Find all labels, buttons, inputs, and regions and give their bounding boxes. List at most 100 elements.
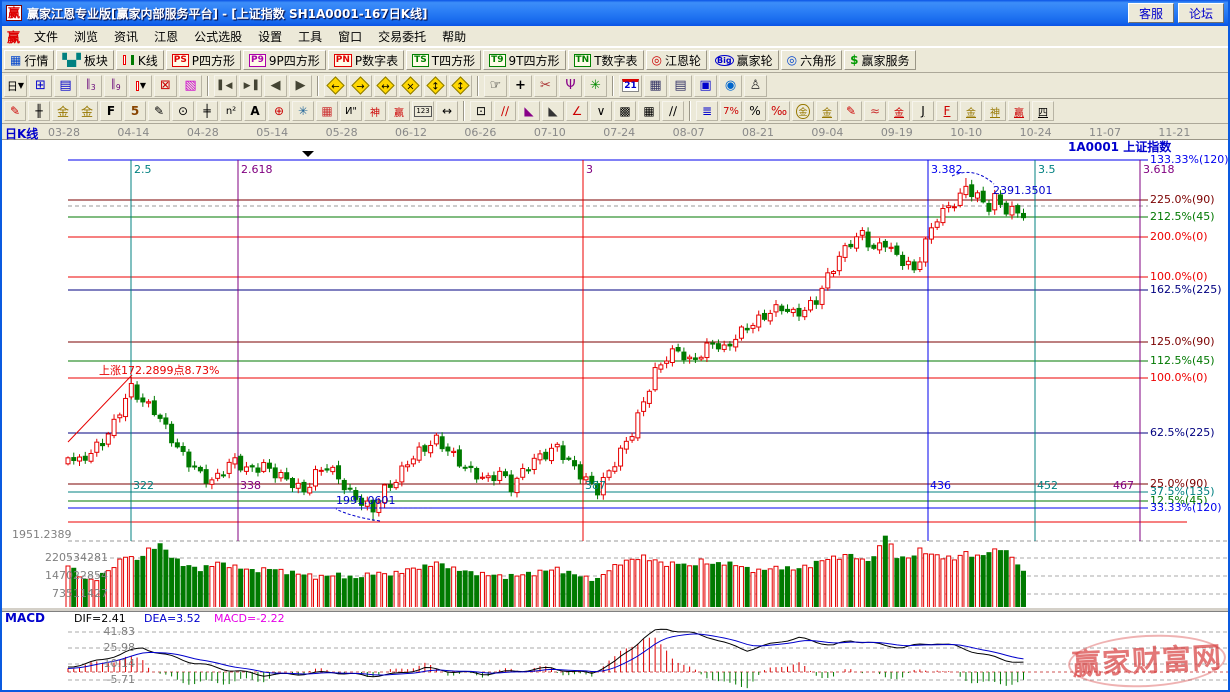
page-right-button[interactable]: ▶ (289, 75, 312, 97)
calendar-button[interactable]: 21 (619, 75, 642, 97)
target-grid-tool[interactable]: ▦ (316, 101, 338, 121)
wave-lines-tool[interactable]: ≈ (864, 101, 886, 121)
fan-red-tool[interactable]: ∕∕ (494, 101, 516, 121)
web-tool-button[interactable]: ✳ (584, 75, 607, 97)
first-page-button[interactable]: ▌◀ (214, 75, 237, 97)
si-angle-tool[interactable]: 四 (1032, 101, 1054, 121)
circle-cross-tool[interactable]: ⊕ (268, 101, 290, 121)
9t-square-button[interactable]: T99T四方形 (483, 50, 565, 70)
fan-box-dark-tool[interactable]: ◣ (542, 101, 564, 121)
hexagon-button[interactable]: ◎六角形 (781, 50, 843, 70)
yin-angle-tool[interactable]: 赢 (1008, 101, 1030, 121)
diamond-left-button[interactable]: ← (324, 75, 347, 97)
calculator-button[interactable]: ▦ (644, 75, 667, 97)
winner-service-button[interactable]: $赢家服务 (844, 50, 915, 70)
shen-angle-tool[interactable]: 神 (984, 101, 1006, 121)
menu-item-1[interactable]: 浏览 (66, 26, 106, 47)
pattern-window-button[interactable]: ⊞ (29, 75, 52, 97)
menu-item-4[interactable]: 公式选股 (186, 26, 250, 47)
diamond-right-button[interactable]: → (349, 75, 372, 97)
t-number-table-button[interactable]: TNT数字表 (568, 50, 644, 70)
menu-item-7[interactable]: 窗口 (330, 26, 370, 47)
save-button[interactable]: ▣ (694, 75, 717, 97)
export-user-button[interactable]: ♙ (744, 75, 767, 97)
f-angle-tool[interactable]: F (936, 101, 958, 121)
diamond-expand-button[interactable]: ↕ (449, 75, 472, 97)
ruler-grid-tool[interactable]: ╫ (28, 101, 50, 121)
gold-lines-tool[interactable]: 金 (816, 101, 838, 121)
menu-item-0[interactable]: 文件 (26, 26, 66, 47)
menu-item-6[interactable]: 工具 (290, 26, 330, 47)
fan-box-purple-tool[interactable]: ◣ (518, 101, 540, 121)
gold-angle-tool[interactable]: 金 (960, 101, 982, 121)
gold-lines-red-tool[interactable]: 金 (888, 101, 910, 121)
ruler-123-tool[interactable]: 123 (412, 101, 434, 121)
diamond-horizontal-button[interactable]: ↔ (374, 75, 397, 97)
kline-3-button[interactable]: ║3 (79, 75, 102, 97)
sectors-button[interactable]: ▚▞板块 (56, 50, 113, 70)
menu-item-5[interactable]: 设置 (250, 26, 290, 47)
notepad-button[interactable]: ▤ (669, 75, 692, 97)
tick-ruler-tool[interactable]: ╪ (196, 101, 218, 121)
p-number-table-button[interactable]: PNP数字表 (328, 50, 404, 70)
grid-dense-tool-a[interactable]: ▩ (614, 101, 636, 121)
f-square-tool[interactable]: F (100, 101, 122, 121)
gold-circle-tool[interactable]: 金 (792, 101, 814, 121)
corner-box-tool[interactable]: ⊡ (470, 101, 492, 121)
seven-percent-tool[interactable]: 7% (720, 101, 742, 121)
forum-button[interactable]: 论坛 (1178, 3, 1224, 23)
percent-lines-tool[interactable]: ‰ (768, 101, 790, 121)
page-left-button[interactable]: ◀ (264, 75, 287, 97)
color-chart-button[interactable]: ▧ (179, 75, 202, 97)
pattern-red-button[interactable]: ⊠ (154, 75, 177, 97)
gann-mark-button[interactable]: Ψ (559, 75, 582, 97)
last-page-button[interactable]: ▶▐ (239, 75, 262, 97)
angle-fan-tool[interactable]: ∠ (566, 101, 588, 121)
check-lines-tool[interactable]: ∨ (590, 101, 612, 121)
t-square-button[interactable]: TST四方形 (406, 50, 481, 70)
export-web-button[interactable]: ◉ (719, 75, 742, 97)
gann-wheel-button[interactable]: ◎江恩轮 (646, 50, 708, 70)
brush-red-tool[interactable]: ✎ (4, 101, 26, 121)
period-day-dropdown[interactable]: 日▼ (4, 75, 27, 97)
p-square-button[interactable]: PSP四方形 (166, 50, 241, 70)
candle-style-dropdown[interactable]: ▼ (129, 75, 152, 97)
spider-web-tool[interactable]: ✳ (292, 101, 314, 121)
angle-mark-tool[interactable]: И" (340, 101, 362, 121)
n-square-tool[interactable]: n² (220, 101, 242, 121)
slash-lines-tool[interactable]: ∕∕ (662, 101, 684, 121)
service-button[interactable]: 客服 (1128, 3, 1174, 23)
flag-pen-tool[interactable]: ✎ (840, 101, 862, 121)
diamond-cross-button[interactable]: × (399, 75, 422, 97)
menu-item-8[interactable]: 交易委托 (370, 26, 434, 47)
grid-dense-tool-b[interactable]: ▦ (638, 101, 660, 121)
percent-tool[interactable]: % (744, 101, 766, 121)
chart-area[interactable]: 1A0001 上证指数 上涨172.2899点8.73% 2391.3501 1… (2, 140, 1228, 692)
dial-circle-tool[interactable]: ⊙ (172, 101, 194, 121)
winner-wheel-button[interactable]: Big赢家轮 (709, 50, 779, 70)
macd-pane-title[interactable]: MACD (5, 612, 45, 624)
span-arrow-tool[interactable]: ↔ (436, 101, 458, 121)
info-board-button[interactable]: ▤ (54, 75, 77, 97)
scissors-button[interactable]: ✂ (534, 75, 557, 97)
kline-button[interactable]: K线 (116, 50, 164, 70)
menu-item-3[interactable]: 江恩 (146, 26, 186, 47)
kline-9-button[interactable]: ║9 (104, 75, 127, 97)
9p-square-button[interactable]: P99P四方形 (243, 50, 326, 70)
yin-square-tool[interactable]: 赢 (388, 101, 410, 121)
brush-dark-tool[interactable]: ✎ (148, 101, 170, 121)
crosshair-button[interactable]: + (509, 75, 532, 97)
quotes-button[interactable]: ▦行情 (4, 50, 54, 70)
menu-item-9[interactable]: 帮助 (434, 26, 474, 47)
menu-item-2[interactable]: 资讯 (106, 26, 146, 47)
shen-square-tool[interactable]: 神 (364, 101, 386, 121)
diamond-vertical-button[interactable]: ↕ (424, 75, 447, 97)
j-angle-tool[interactable]: J (912, 101, 934, 121)
mirror-tool[interactable]: A (244, 101, 266, 121)
hook-tool[interactable]: 5 (124, 101, 146, 121)
step-bars-tool[interactable]: ≣ (696, 101, 718, 121)
gold-grid-tool-a[interactable]: 金 (52, 101, 74, 121)
gold-grid-tool-b[interactable]: 金 (76, 101, 98, 121)
title-bar[interactable]: 赢 赢家江恩专业版[赢家内部服务平台] - [上证指数 SH1A0001-167… (2, 0, 1228, 26)
hand-tool-button[interactable]: ☞ (484, 75, 507, 97)
